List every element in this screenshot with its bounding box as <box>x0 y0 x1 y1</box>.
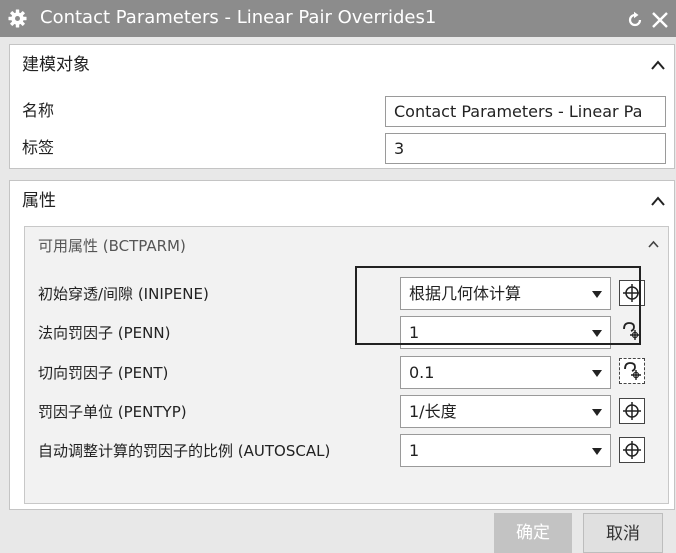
chevron-up-icon[interactable] <box>650 59 666 71</box>
property-label-inipene: 初始穿透/间隙 (INIPENE) <box>38 285 209 303</box>
modeling-object-title: 建模对象 <box>22 55 90 75</box>
gear-icon[interactable] <box>8 9 27 28</box>
chevron-up-icon[interactable] <box>647 239 660 249</box>
dropdown-arrow-icon <box>592 370 602 377</box>
tag-label: 标签 <box>22 138 55 157</box>
close-icon[interactable] <box>650 10 670 30</box>
dropdown-arrow-icon <box>592 409 602 416</box>
crosshair-button[interactable] <box>619 398 645 424</box>
crosshair-button[interactable] <box>619 437 645 463</box>
dropdown-arrow-icon <box>592 448 602 455</box>
window-title: Contact Parameters - Linear Pair Overrid… <box>40 7 437 28</box>
property-label-penn: 法向罚因子 (PENN) <box>38 324 171 342</box>
ok-button[interactable]: 确定 <box>494 513 572 553</box>
chevron-up-icon[interactable] <box>650 195 666 207</box>
cancel-button[interactable]: 取消 <box>583 513 663 553</box>
available-properties-title: 可用属性 (BCTPARM) <box>38 237 186 255</box>
reset-icon[interactable] <box>625 10 645 30</box>
pent-value: 0.1 <box>409 363 435 382</box>
properties-group: 属性 可用属性 (BCTPARM) 初始穿透/间隙 (INIPENE) 根据几何… <box>9 180 675 510</box>
highlight-box <box>355 266 641 345</box>
properties-title: 属性 <box>22 191 56 211</box>
property-label-pentyp: 罚因子单位 (PENTYP) <box>38 403 187 421</box>
property-label-pent: 切向罚因子 (PENT) <box>38 364 169 382</box>
pent-select[interactable]: 0.1 <box>400 356 611 389</box>
pentyp-value: 1/长度 <box>409 402 457 421</box>
tag-field[interactable]: 3 <box>385 133 666 164</box>
modeling-object-header[interactable]: 建模对象 <box>10 45 674 85</box>
pentyp-select[interactable]: 1/长度 <box>400 395 611 428</box>
name-field[interactable]: Contact Parameters - Linear Pa <box>385 96 666 127</box>
name-label: 名称 <box>22 101 55 120</box>
autoscal-value: 1 <box>409 441 420 460</box>
crosshair-icon <box>623 402 641 420</box>
formula-button-active[interactable] <box>619 358 645 384</box>
autoscal-select[interactable]: 1 <box>400 434 611 467</box>
title-bar: Contact Parameters - Linear Pair Overrid… <box>0 0 676 37</box>
modeling-object-group: 建模对象 名称 Contact Parameters - Linear Pa 标… <box>9 44 675 169</box>
crosshair-icon <box>623 441 641 459</box>
property-label-autoscal: 自动调整计算的罚因子的比例 (AUTOSCAL) <box>38 442 331 460</box>
formula-icon <box>624 362 641 380</box>
properties-header[interactable]: 属性 <box>10 181 674 221</box>
